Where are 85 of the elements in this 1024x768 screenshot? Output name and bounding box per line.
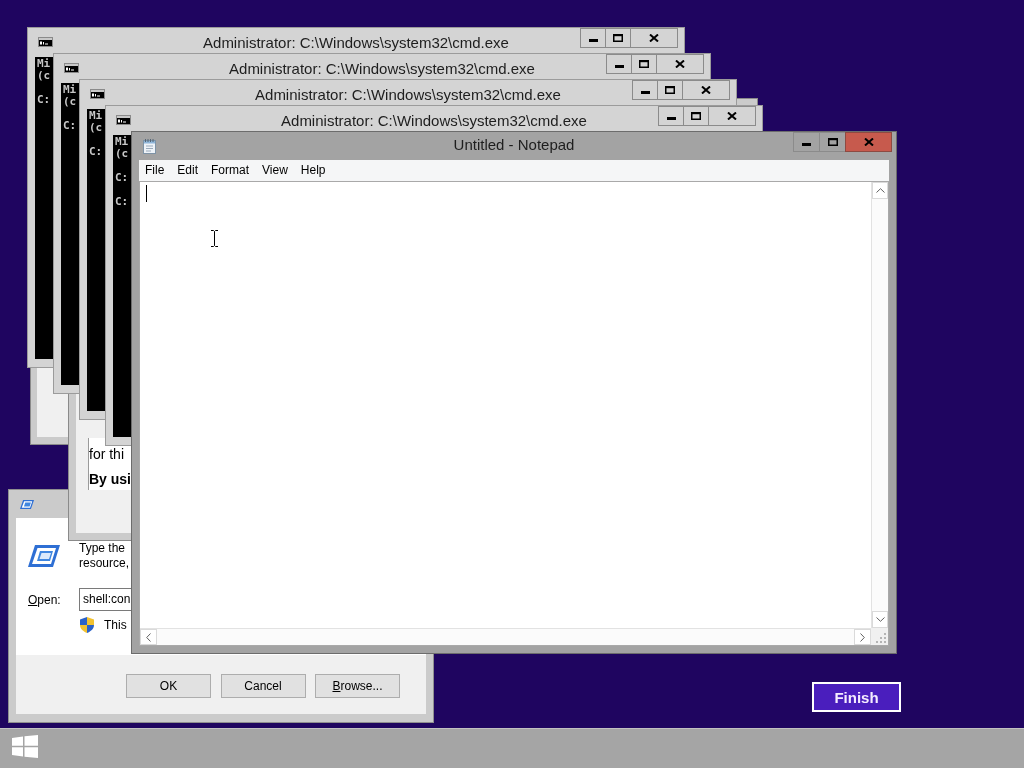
console-icon (38, 37, 53, 47)
menu-item[interactable]: File (139, 160, 171, 181)
body-text: By usi (89, 471, 131, 488)
scroll-down-button[interactable] (872, 611, 888, 628)
body-text: for thi (89, 446, 124, 463)
console-text: (c (89, 122, 103, 134)
console-text: Mi (37, 58, 51, 70)
console-text: C: (115, 172, 129, 184)
scroll-right-button[interactable] (854, 629, 871, 645)
close-icon (649, 34, 659, 42)
minimize-button[interactable] (658, 106, 684, 126)
close-button[interactable] (682, 80, 730, 100)
maximize-button[interactable] (605, 28, 631, 48)
console-text: (c (63, 96, 77, 108)
menu-item[interactable]: Edit (171, 160, 205, 181)
dialog-button[interactable]: Cancel (220, 674, 306, 698)
console-text: C: (37, 94, 51, 106)
text-caret-icon (146, 185, 147, 202)
close-icon (727, 112, 737, 120)
start-button[interactable] (12, 735, 38, 758)
minimize-button[interactable] (632, 80, 658, 100)
size-grip-icon (876, 633, 886, 643)
minimize-button[interactable] (793, 132, 820, 152)
minimize-icon (802, 142, 811, 146)
console-text: C: (115, 196, 129, 208)
scroll-up-button[interactable] (872, 182, 888, 199)
command-field[interactable]: shell:con (79, 588, 132, 611)
minimize-icon (640, 90, 650, 94)
console-text: Mi (63, 84, 77, 96)
console-icon (116, 115, 131, 125)
notepad-icon (143, 138, 156, 154)
minimize-icon (666, 116, 676, 120)
instruction-text: Type the (79, 541, 126, 556)
finish-button[interactable]: Finish (812, 682, 901, 712)
instruction-text: resource, (79, 556, 130, 571)
maximize-icon (827, 138, 838, 146)
horizontal-scrollbar[interactable] (140, 628, 871, 645)
ibeam-cursor-icon (210, 229, 219, 248)
shield-icon (80, 617, 94, 633)
minimize-button[interactable] (580, 28, 606, 48)
console-text: C: (63, 120, 77, 132)
console-text: (c (37, 70, 51, 82)
dialog-button[interactable]: OK (126, 674, 211, 698)
maximize-icon (639, 60, 649, 68)
chevron-left-icon (146, 632, 151, 642)
menu-item[interactable]: View (256, 160, 294, 181)
maximize-icon (665, 86, 675, 94)
menu-item[interactable]: Help (294, 160, 332, 181)
console-text: Mi (89, 110, 103, 122)
window-title: Administrator: C:\Windows\system32\cmd.exe (229, 60, 535, 78)
maximize-icon (691, 112, 701, 120)
close-icon (675, 60, 685, 68)
window-title: Untitled - Notepad (453, 136, 575, 154)
maximize-button[interactable] (631, 54, 657, 74)
console-text: C: (89, 146, 103, 158)
maximize-button[interactable] (683, 106, 709, 126)
run-icon (28, 545, 60, 567)
vertical-scrollbar[interactable] (871, 182, 888, 628)
window-title: Administrator: C:\Windows\system32\cmd.exe (255, 86, 561, 104)
close-icon (701, 86, 711, 94)
close-button[interactable] (708, 106, 756, 126)
console-text: (c (115, 148, 129, 160)
maximize-icon (613, 34, 623, 42)
admin-note-text: This (104, 618, 127, 632)
window-title: Administrator: C:\Windows\system32\cmd.exe (281, 112, 587, 130)
four-panes-icon (12, 735, 38, 758)
open-label: Open: (28, 592, 62, 607)
chevron-up-icon (875, 188, 885, 193)
minimize-icon (614, 64, 624, 68)
scroll-left-button[interactable] (140, 629, 157, 645)
chevron-right-icon (860, 632, 865, 642)
maximize-button[interactable] (657, 80, 683, 100)
run-icon (20, 499, 34, 509)
close-button[interactable] (630, 28, 678, 48)
close-icon (863, 138, 874, 146)
minimize-button[interactable] (606, 54, 632, 74)
dialog-button[interactable]: Browse... (315, 674, 400, 698)
console-icon (90, 89, 105, 99)
console-text: Mi (115, 136, 129, 148)
close-button[interactable] (656, 54, 704, 74)
console-icon (64, 63, 79, 73)
menu-item[interactable]: Format (205, 160, 256, 181)
chevron-down-icon (875, 617, 885, 622)
minimize-icon (588, 38, 598, 42)
window-title: Administrator: C:\Windows\system32\cmd.exe (203, 34, 509, 52)
